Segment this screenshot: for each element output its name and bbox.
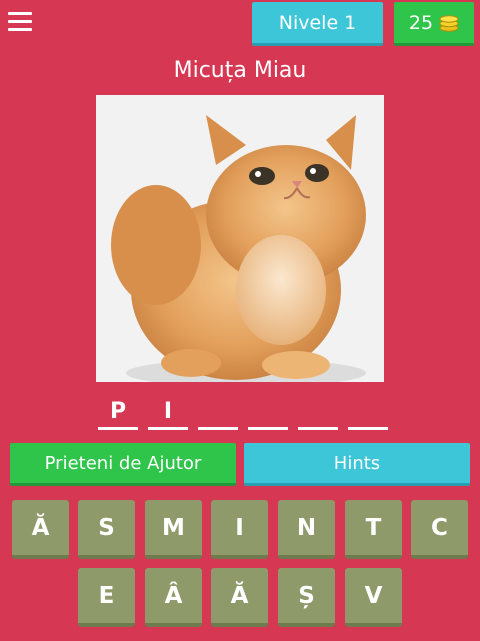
answer-slots: P I [98, 398, 388, 430]
puzzle-title: Micuța Miau [173, 58, 307, 83]
hints-button[interactable]: Hints [244, 443, 470, 486]
letter-key[interactable]: C [411, 500, 468, 559]
letter-key[interactable]: T [345, 500, 402, 559]
letter-key[interactable]: Ă [12, 500, 69, 559]
coin-count: 25 [408, 11, 434, 34]
letter-key[interactable]: Ș [278, 568, 335, 627]
coins-button[interactable]: 25 [394, 2, 474, 46]
answer-slot[interactable] [298, 398, 338, 430]
help-friends-button[interactable]: Prieteni de Ajutor [10, 443, 236, 486]
letter-key[interactable]: E [78, 568, 135, 627]
help-friends-label: Prieteni de Ajutor [44, 452, 202, 474]
hints-label: Hints [333, 452, 381, 474]
coin-stack-icon [439, 14, 459, 32]
answer-slot[interactable]: P [98, 398, 138, 430]
letter-key[interactable]: N [278, 500, 335, 559]
letter-key[interactable]: S [78, 500, 135, 559]
levels-button[interactable]: Nivele 1 [252, 2, 383, 46]
answer-slot[interactable]: I [148, 398, 188, 430]
letter-key[interactable]: I [211, 500, 268, 559]
answer-slot[interactable] [248, 398, 288, 430]
levels-label: Nivele 1 [278, 11, 357, 34]
letter-key[interactable]: Â [145, 568, 202, 627]
answer-slot[interactable] [198, 398, 238, 430]
letter-key[interactable]: V [345, 568, 402, 627]
letter-key[interactable]: Ă [211, 568, 268, 627]
letter-key[interactable]: M [145, 500, 202, 559]
kitten-picture [96, 95, 384, 382]
answer-slot[interactable] [348, 398, 388, 430]
menu-icon[interactable] [8, 12, 32, 34]
